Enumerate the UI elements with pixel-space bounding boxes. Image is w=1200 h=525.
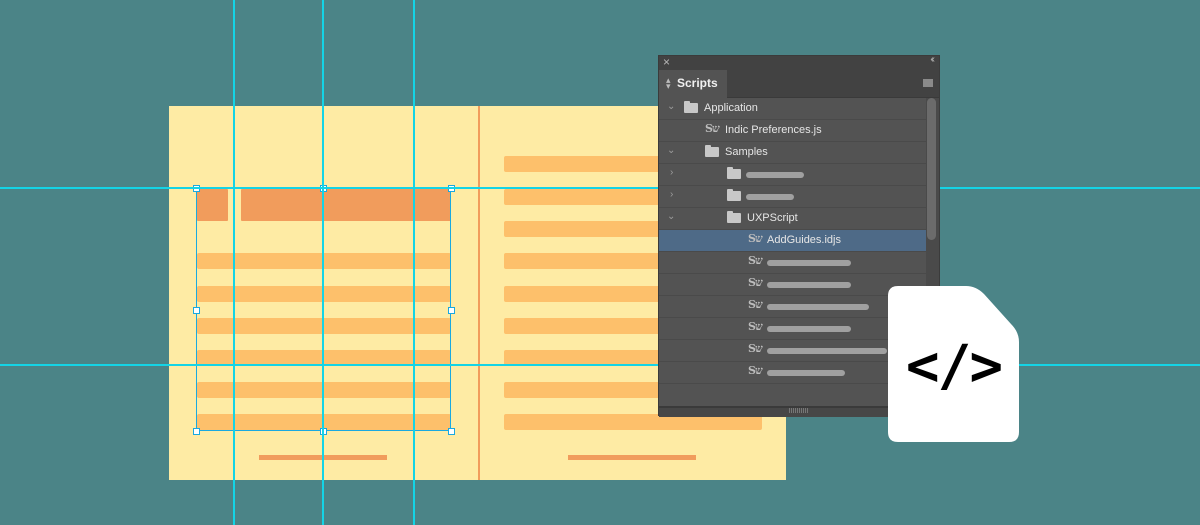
folder-icon: [727, 167, 741, 179]
script-icon: Sש: [748, 320, 763, 333]
folder-icon: [684, 101, 698, 113]
scrollbar-thumb[interactable]: [927, 98, 936, 240]
right-page-footer: [568, 455, 696, 460]
collapse-icon[interactable]: ‹‹: [930, 54, 934, 65]
resize-handle-bottom-left[interactable]: [193, 428, 200, 435]
panel-title-bar: × ‹‹: [659, 54, 939, 70]
script-icon: Sש: [748, 276, 763, 289]
tree-row-label: Application: [704, 102, 758, 114]
scripts-tree: ⌄ Application Sש Indic Preferences.js ⌄ …: [659, 98, 926, 384]
script-icon: Sש: [748, 342, 763, 355]
close-icon[interactable]: ×: [663, 55, 670, 69]
redacted-label: [767, 326, 851, 332]
chevron-down-icon[interactable]: ⌄: [667, 211, 675, 222]
tree-row-script[interactable]: Sש: [659, 296, 926, 318]
tree-row-label: Indic Preferences.js: [725, 124, 822, 136]
script-icon: Sש: [748, 364, 763, 377]
redacted-label: [746, 194, 794, 200]
tree-row-addguides[interactable]: Sש AddGuides.idjs: [659, 230, 926, 252]
tree-row-script[interactable]: Sש: [659, 252, 926, 274]
tree-row-script[interactable]: Sש: [659, 318, 926, 340]
redacted-label: [767, 282, 851, 288]
tree-row-script[interactable]: Sש: [659, 362, 926, 384]
tree-row-application[interactable]: ⌄ Application: [659, 98, 926, 120]
panel-tab-bar: ▴ ▾ Scripts: [659, 70, 939, 98]
vertical-guide[interactable]: [322, 0, 324, 525]
resize-handle-middle-left[interactable]: [193, 307, 200, 314]
folder-icon: [727, 189, 741, 201]
script-icon: Sש: [748, 298, 763, 311]
chevron-right-icon[interactable]: ›: [670, 189, 673, 200]
redacted-label: [767, 304, 869, 310]
horizontal-guide[interactable]: [0, 364, 1200, 366]
tree-row-label: AddGuides.idjs: [767, 234, 841, 246]
tree-row-uxpscript[interactable]: ⌄ UXPScript: [659, 208, 926, 230]
tree-row-folder[interactable]: ›: [659, 164, 926, 186]
code-brackets-icon: </>: [905, 334, 1003, 399]
folder-icon: [705, 145, 719, 157]
folder-icon: [727, 211, 741, 223]
chevron-right-icon[interactable]: ›: [670, 167, 673, 178]
redacted-label: [767, 348, 887, 354]
vertical-guide[interactable]: [413, 0, 415, 525]
script-icon: Sש: [705, 122, 720, 135]
tree-row-indic-preferences[interactable]: Sש Indic Preferences.js: [659, 120, 926, 142]
horizontal-guide[interactable]: [0, 187, 1200, 189]
resize-grip-icon[interactable]: [789, 408, 808, 413]
tree-row-label: Samples: [725, 146, 768, 158]
sort-arrows-icon: ▴ ▾: [666, 75, 671, 91]
panel-menu-icon[interactable]: [923, 79, 933, 87]
chevron-down-icon[interactable]: ⌄: [667, 145, 675, 156]
redacted-label: [746, 172, 804, 178]
resize-handle-middle-right[interactable]: [448, 307, 455, 314]
tree-row-script[interactable]: Sש: [659, 274, 926, 296]
tree-row-samples[interactable]: ⌄ Samples: [659, 142, 926, 164]
script-icon: Sש: [748, 254, 763, 267]
tree-row-folder[interactable]: ›: [659, 186, 926, 208]
page-spine: [478, 106, 480, 480]
tab-scripts[interactable]: ▴ ▾ Scripts: [659, 70, 727, 98]
redacted-label: [767, 260, 851, 266]
script-icon: Sש: [748, 232, 763, 245]
resize-handle-bottom-right[interactable]: [448, 428, 455, 435]
vertical-guide[interactable]: [233, 0, 235, 525]
tree-row-label: UXPScript: [747, 212, 798, 224]
redacted-label: [767, 370, 845, 376]
tree-row-script[interactable]: Sש: [659, 340, 926, 362]
tab-scripts-label: Scripts: [677, 76, 718, 90]
code-file-icon: </>: [888, 286, 1019, 442]
chevron-down-icon[interactable]: ⌄: [667, 101, 675, 112]
